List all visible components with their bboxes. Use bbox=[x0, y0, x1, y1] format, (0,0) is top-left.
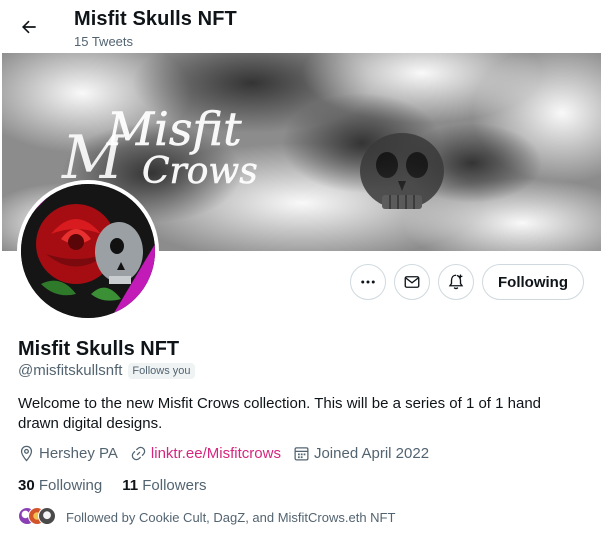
followed-by-avatars bbox=[18, 507, 58, 527]
followed-by-row[interactable]: Followed by Cookie Cult, DagZ, and Misfi… bbox=[18, 507, 395, 527]
profile-avatar[interactable] bbox=[17, 180, 159, 322]
handle-row: @misfitskullsnft Follows you bbox=[18, 362, 195, 379]
location-item: Hershey PA bbox=[18, 445, 118, 462]
envelope-icon bbox=[404, 276, 420, 288]
followers-count: 11 bbox=[122, 477, 139, 494]
following-stat[interactable]: 30 Following bbox=[18, 477, 102, 494]
profile-handle: @misfitskullsnft bbox=[18, 362, 123, 379]
profile-stats: 30 Following 11 Followers bbox=[18, 477, 226, 494]
follows-you-badge: Follows you bbox=[128, 362, 195, 379]
joined-item: Joined April 2022 bbox=[293, 445, 429, 462]
following-label: Following bbox=[38, 477, 103, 494]
banner-script-crows: Crows bbox=[142, 151, 258, 192]
more-button[interactable] bbox=[350, 264, 386, 300]
following-count: 30 bbox=[18, 477, 35, 494]
skull-graphic bbox=[360, 133, 444, 209]
more-icon bbox=[361, 280, 375, 284]
location-text: Hershey PA bbox=[39, 445, 118, 462]
message-button[interactable] bbox=[394, 264, 430, 300]
tweet-count: 15 Tweets bbox=[74, 34, 134, 49]
bell-plus-icon bbox=[448, 274, 464, 290]
profile-name: Misfit Skulls NFT bbox=[18, 338, 180, 360]
arrow-left-icon bbox=[22, 20, 36, 34]
followers-label: Followers bbox=[142, 477, 207, 494]
link-icon bbox=[131, 446, 146, 461]
website-link[interactable]: linktr.ee/Misfitcrows bbox=[151, 445, 281, 462]
following-button[interactable]: Following bbox=[482, 264, 584, 300]
header-title: Misfit Skulls NFT bbox=[74, 8, 237, 30]
top-bar: Misfit Skulls NFT 15 Tweets bbox=[0, 0, 603, 53]
mini-avatar bbox=[38, 507, 56, 525]
notifications-button[interactable] bbox=[438, 264, 474, 300]
website-item: linktr.ee/Misfitcrows bbox=[130, 445, 281, 462]
profile-bio: Welcome to the new Misfit Crows collecti… bbox=[18, 395, 542, 432]
profile-meta: Hershey PA linktr.ee/Misfitcrows Joined … bbox=[18, 445, 441, 462]
location-pin-icon bbox=[20, 445, 33, 462]
joined-text: Joined April 2022 bbox=[313, 445, 430, 462]
followed-by-text: Followed by Cookie Cult, DagZ, and Misfi… bbox=[66, 509, 396, 525]
banner-script-misfit: Misfit bbox=[106, 102, 242, 156]
followers-stat[interactable]: 11 Followers bbox=[122, 477, 206, 494]
calendar-icon bbox=[294, 447, 309, 461]
back-button[interactable] bbox=[12, 10, 46, 44]
